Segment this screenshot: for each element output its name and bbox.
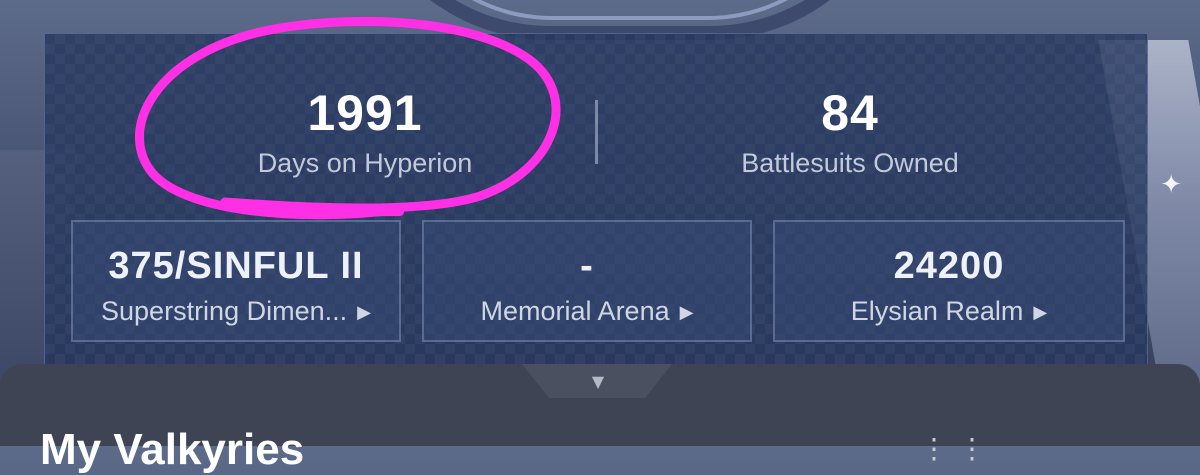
elysian-realm-card[interactable]: 24200 Elysian Realm ▶ bbox=[773, 220, 1125, 342]
play-triangle-icon: ▶ bbox=[357, 302, 371, 322]
battlesuits-value: 84 bbox=[821, 85, 879, 141]
sheet-action-icon[interactable]: ⋮⋮ bbox=[920, 432, 1010, 465]
card-value: 24200 bbox=[893, 245, 1005, 287]
days-label: Days on Hyperion bbox=[257, 148, 473, 178]
card-label: Memorial Arena bbox=[480, 296, 670, 326]
card-label-row: Elysian Realm ▶ bbox=[775, 294, 1123, 329]
memorial-arena-card[interactable]: - Memorial Arena ▶ bbox=[422, 220, 752, 342]
sheet-title: My Valkyries bbox=[40, 425, 305, 474]
card-label-row: Superstring Dimen... ▶ bbox=[73, 294, 399, 329]
card-value: - bbox=[580, 245, 594, 287]
chevron-down-icon[interactable]: ▼ bbox=[586, 372, 610, 391]
superstring-dimension-card[interactable]: 375/SINFUL II Superstring Dimen... ▶ bbox=[71, 220, 401, 342]
card-label: Elysian Realm bbox=[850, 296, 1024, 326]
battlesuits-owned-stat: 84 Battlesuits Owned bbox=[640, 86, 1060, 180]
card-label-row: Memorial Arena ▶ bbox=[424, 294, 750, 329]
days-on-hyperion-stat: 1991 Days on Hyperion bbox=[155, 86, 575, 180]
play-triangle-icon: ▶ bbox=[679, 302, 694, 322]
profile-stats-panel: 1991 Days on Hyperion 84 Battlesuits Own… bbox=[44, 33, 1148, 378]
card-value: 375/SINFUL II bbox=[108, 245, 364, 287]
stat-divider bbox=[595, 100, 598, 164]
days-value: 1991 bbox=[307, 85, 423, 141]
play-triangle-icon: ▶ bbox=[1033, 302, 1048, 322]
sparkle-icon: ✦ bbox=[1160, 170, 1182, 200]
battlesuits-label: Battlesuits Owned bbox=[741, 148, 959, 178]
card-label: Superstring Dimen... bbox=[101, 296, 348, 326]
